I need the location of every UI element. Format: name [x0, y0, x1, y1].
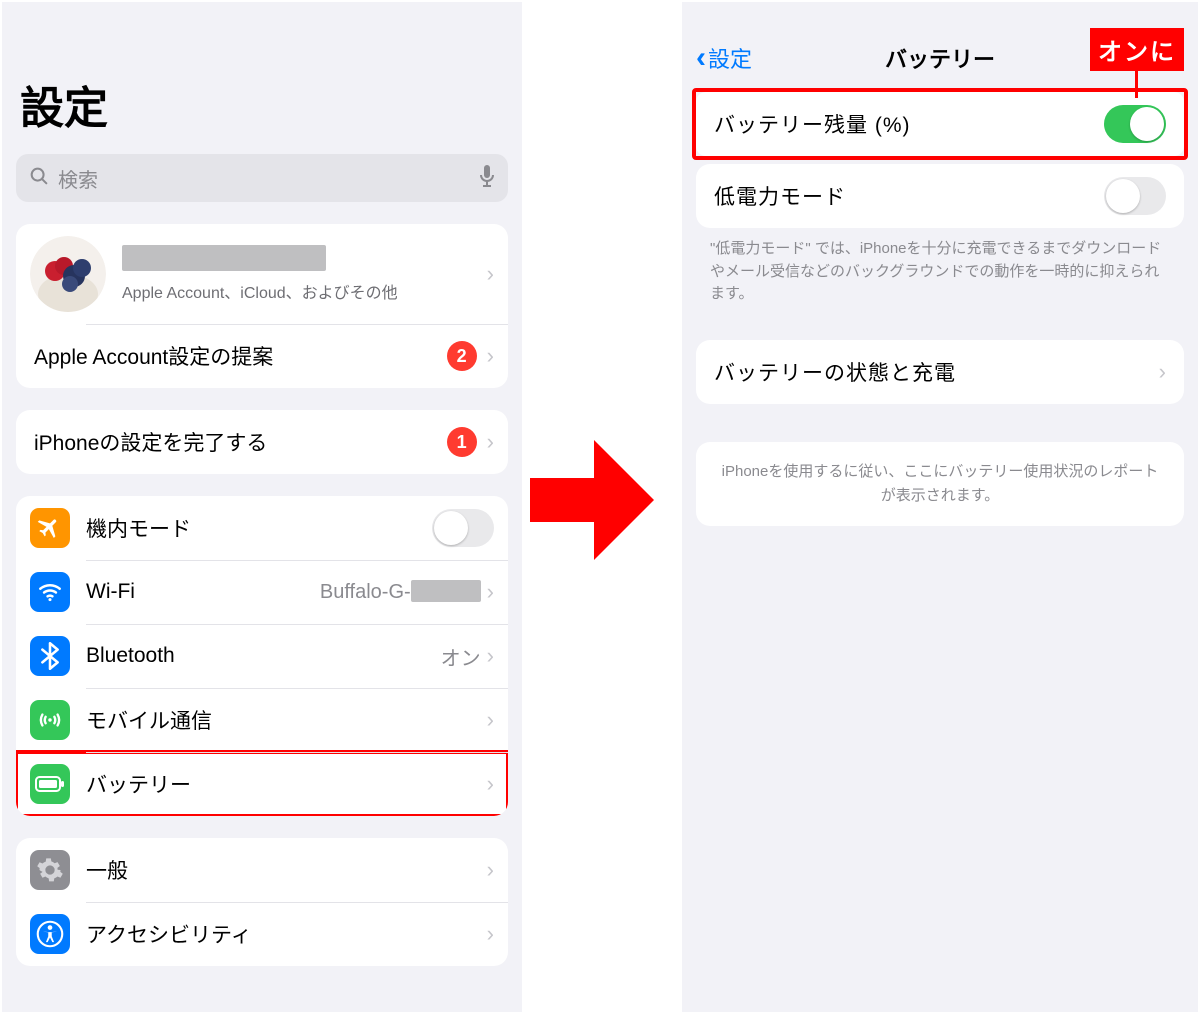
general-card: 一般 › アクセシビリティ › — [16, 838, 508, 966]
search-placeholder: 検索 — [58, 164, 478, 193]
screen-title: バッテリー — [682, 42, 1198, 74]
accessibility-label: アクセシビリティ — [86, 919, 481, 949]
finish-setup-card: iPhoneの設定を完了する 1 › — [16, 410, 508, 474]
finish-setup-row[interactable]: iPhoneの設定を完了する 1 › — [16, 410, 508, 474]
account-name-redacted — [122, 245, 326, 271]
cellular-icon — [30, 700, 70, 740]
chevron-right-icon: › — [487, 857, 494, 883]
bluetooth-row[interactable]: Bluetooth オン › — [16, 624, 508, 688]
chevron-right-icon: › — [1159, 359, 1166, 385]
finish-setup-badge: 1 — [447, 427, 477, 457]
back-label: 設定 — [708, 42, 752, 74]
chevron-right-icon: › — [487, 707, 494, 733]
battery-settings-screen: オンに ‹ 設定 バッテリー バッテリー残量 (%) 低電力モード "低電力モー… — [682, 2, 1198, 1012]
settings-root-screen: 設定 検索 Apple Account、iCloud、およびその他 › Appl… — [2, 2, 522, 1012]
avatar — [30, 236, 106, 312]
chevron-left-icon: ‹ — [696, 41, 706, 75]
battery-health-label: バッテリーの状態と充電 — [714, 357, 1153, 387]
account-card: Apple Account、iCloud、およびその他 › Apple Acco… — [16, 224, 508, 388]
dictation-icon[interactable] — [478, 164, 496, 193]
bluetooth-value: オン — [441, 642, 481, 671]
chevron-right-icon: › — [487, 643, 494, 669]
page-title: 設定 — [20, 72, 508, 136]
battery-percent-row[interactable]: バッテリー残量 (%) — [696, 92, 1184, 156]
chevron-right-icon: › — [487, 261, 494, 287]
connectivity-card: 機内モード Wi-Fi Buffalo-G- › Bluetooth オン › … — [16, 496, 508, 816]
airplane-toggle[interactable] — [432, 509, 494, 547]
suggestions-badge: 2 — [447, 341, 477, 371]
cellular-row[interactable]: モバイル通信 › — [16, 688, 508, 752]
account-subtitle: Apple Account、iCloud、およびその他 — [122, 279, 481, 303]
accessibility-row[interactable]: アクセシビリティ › — [16, 902, 508, 966]
general-row[interactable]: 一般 › — [16, 838, 508, 902]
apple-account-row[interactable]: Apple Account、iCloud、およびその他 › — [16, 224, 508, 324]
low-power-label: 低電力モード — [714, 181, 1104, 211]
wifi-ssid-redacted — [411, 580, 481, 602]
bluetooth-icon — [30, 636, 70, 676]
chevron-right-icon: › — [487, 579, 494, 605]
low-power-row[interactable]: 低電力モード — [696, 164, 1184, 228]
back-button[interactable]: ‹ 設定 — [696, 41, 752, 75]
chevron-right-icon: › — [487, 343, 494, 369]
general-label: 一般 — [86, 855, 481, 885]
airplane-icon — [30, 508, 70, 548]
account-suggestions-row[interactable]: Apple Account設定の提案 2 › — [16, 324, 508, 388]
search-icon — [28, 165, 50, 192]
airplane-label: 機内モード — [86, 513, 432, 543]
chevron-right-icon: › — [487, 429, 494, 455]
low-power-footnote: "低電力モード" では、iPhoneを十分に充電できるまでダウンロードやメール受… — [682, 228, 1198, 306]
battery-percent-label: バッテリー残量 (%) — [714, 109, 1104, 139]
wifi-icon — [30, 572, 70, 612]
wifi-value: Buffalo-G- — [320, 580, 481, 604]
cellular-label: モバイル通信 — [86, 705, 481, 735]
battery-icon — [30, 764, 70, 804]
suggestions-label: Apple Account設定の提案 — [34, 341, 447, 371]
arrow-right-icon — [530, 440, 660, 560]
chevron-right-icon: › — [487, 921, 494, 947]
chevron-right-icon: › — [487, 771, 494, 797]
wifi-value-prefix: Buffalo-G- — [320, 581, 411, 603]
battery-health-row[interactable]: バッテリーの状態と充電 › — [696, 340, 1184, 404]
account-text: Apple Account、iCloud、およびその他 — [122, 245, 481, 303]
accessibility-icon — [30, 914, 70, 954]
battery-percent-toggle[interactable] — [1104, 105, 1166, 143]
usage-placeholder: iPhoneを使用するに従い、ここにバッテリー使用状況のレポートが表示されます。 — [696, 442, 1184, 526]
wifi-row[interactable]: Wi-Fi Buffalo-G- › — [16, 560, 508, 624]
search-field[interactable]: 検索 — [16, 154, 508, 202]
step-arrow — [530, 440, 660, 560]
wifi-label: Wi-Fi — [86, 580, 320, 604]
nav-bar: ‹ 設定 バッテリー — [682, 28, 1198, 88]
airplane-mode-row[interactable]: 機内モード — [16, 496, 508, 560]
bluetooth-label: Bluetooth — [86, 644, 441, 668]
finish-setup-label: iPhoneの設定を完了する — [34, 427, 447, 457]
battery-label: バッテリー — [86, 769, 481, 799]
low-power-toggle[interactable] — [1104, 177, 1166, 215]
gear-icon — [30, 850, 70, 890]
percent-highlight: バッテリー残量 (%) — [692, 88, 1188, 160]
battery-row[interactable]: バッテリー › — [16, 752, 508, 816]
